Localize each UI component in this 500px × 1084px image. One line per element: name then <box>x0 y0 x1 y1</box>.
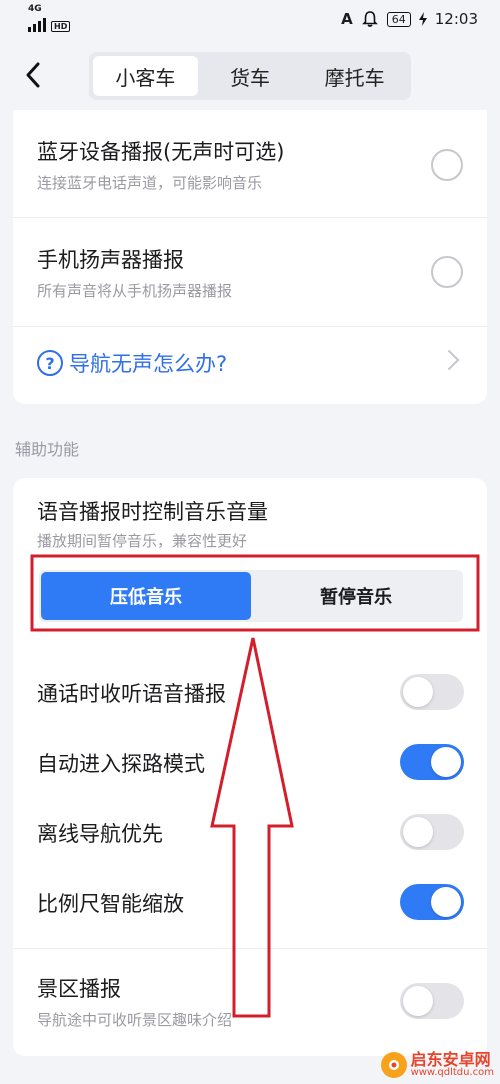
toggle-knob <box>403 677 433 707</box>
toggle-knob <box>403 986 433 1016</box>
option-speaker[interactable]: 手机扬声器播报 所有声音将从手机扬声器播报 <box>13 218 487 326</box>
charging-icon <box>418 12 427 26</box>
no-sound-help-link[interactable]: ? 导航无声怎么办? <box>37 348 227 378</box>
accessibility-icon: A <box>341 10 353 28</box>
toggle-row-offline-nav: 离线导航优先 <box>13 796 487 866</box>
question-icon: ? <box>37 350 63 376</box>
network-indicator: 4G HD <box>28 4 71 32</box>
bell-icon <box>361 11 378 27</box>
toggle-row-scale-zoom: 比例尺智能缩放 <box>13 866 487 936</box>
back-arrow-icon <box>26 62 40 88</box>
toggle-row-scenic: 景区播报 导航途中可收听景区趣味介绍 <box>13 949 487 1054</box>
watermark: 启东安卓网 www.qdltdu.com <box>380 1050 494 1078</box>
toggle-knob <box>431 887 461 917</box>
tab-car[interactable]: 小客车 <box>93 56 198 96</box>
toggle-label: 自动进入探路模式 <box>37 752 205 776</box>
music-control-subtitle: 播放期间暂停音乐，兼容性更好 <box>37 532 248 550</box>
toggle-label: 通话时收听语音播报 <box>37 682 226 706</box>
option-bluetooth-subtitle: 连接蓝牙电话声道，可能影响音乐 <box>37 174 263 192</box>
speaker-radio[interactable] <box>431 256 463 288</box>
broadcast-output-card: 蓝牙设备播报(无声时可选) 连接蓝牙电话声道，可能影响音乐 手机扬声器播报 所有… <box>13 110 487 404</box>
option-bluetooth-title: 蓝牙设备播报(无声时可选) <box>37 140 285 164</box>
toggle-row-explore-mode: 自动进入探路模式 <box>13 726 487 796</box>
toggle-knob <box>431 747 461 777</box>
toggle-row-call-broadcast: 通话时收听语音播报 <box>13 656 487 726</box>
option-speaker-title: 手机扬声器播报 <box>37 248 184 272</box>
option-speaker-subtitle: 所有声音将从手机扬声器播报 <box>37 282 233 300</box>
vehicle-tabs: 小客车 货车 摩托车 <box>89 52 411 100</box>
toggle-label: 离线导航优先 <box>37 822 163 846</box>
status-bar: 4G HD A 64 12:03 <box>0 0 500 44</box>
scale-zoom-toggle[interactable] <box>400 884 464 920</box>
music-mode-segmented-control: 压低音乐 暂停音乐 <box>39 570 463 622</box>
music-control-title: 语音播报时控制音乐音量 <box>37 500 268 524</box>
bluetooth-radio[interactable] <box>431 149 463 181</box>
toggle-label: 比例尺智能缩放 <box>37 892 184 916</box>
back-button[interactable] <box>16 58 50 92</box>
toggle-knob <box>403 817 433 847</box>
watermark-name: 启东安卓网 <box>410 1050 491 1069</box>
option-bluetooth[interactable]: 蓝牙设备播报(无声时可选) 连接蓝牙电话声道，可能影响音乐 <box>13 110 487 218</box>
section-label-assist: 辅助功能 <box>15 440 80 459</box>
watermark-url: www.qdltdu.com <box>410 1067 494 1078</box>
network-type: 4G <box>28 4 42 14</box>
no-sound-help-label: 导航无声怎么办? <box>69 352 228 376</box>
lower-music-button[interactable]: 压低音乐 <box>41 572 251 620</box>
scenic-toggle[interactable] <box>400 983 464 1019</box>
clock: 12:03 <box>434 10 478 28</box>
battery-level: 64 <box>386 11 411 27</box>
scenic-title: 景区播报 <box>37 977 121 1001</box>
chevron-right-icon[interactable] <box>441 348 465 372</box>
assist-card: 语音播报时控制音乐音量 播放期间暂停音乐，兼容性更好 压低音乐 暂停音乐 通话时… <box>13 478 487 1056</box>
explore-mode-toggle[interactable] <box>400 744 464 780</box>
watermark-logo-icon <box>380 1052 407 1078</box>
hd-badge: HD <box>51 21 71 32</box>
pause-music-button[interactable]: 暂停音乐 <box>251 572 461 620</box>
scenic-subtitle: 导航途中可收听景区趣味介绍 <box>37 1011 233 1029</box>
signal-icon <box>28 18 46 32</box>
offline-nav-toggle[interactable] <box>400 814 464 850</box>
tab-truck[interactable]: 货车 <box>198 56 303 96</box>
tab-motorcycle[interactable]: 摩托车 <box>302 56 407 96</box>
call-broadcast-toggle[interactable] <box>400 674 464 710</box>
divider <box>13 326 487 327</box>
